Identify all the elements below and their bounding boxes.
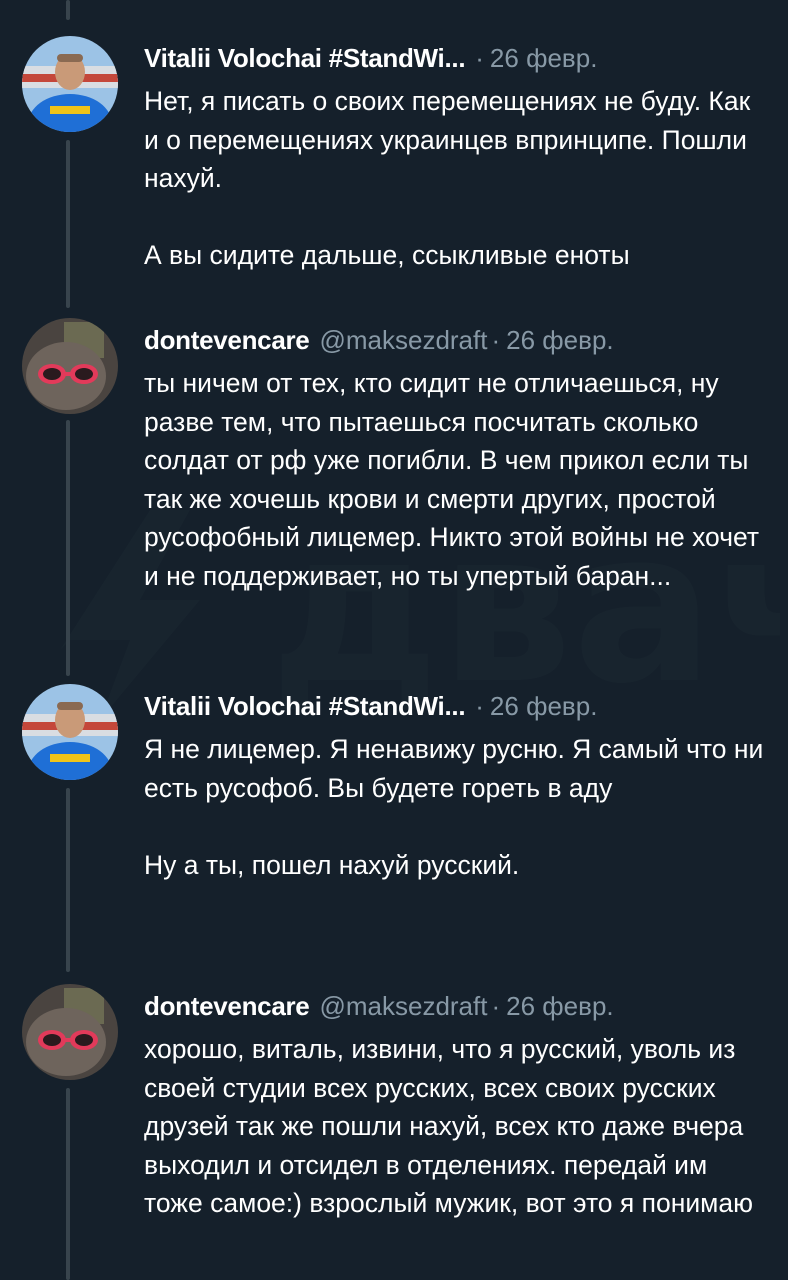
author-handle[interactable]: @maksezdraft xyxy=(319,318,487,362)
separator-dot: · xyxy=(475,691,484,721)
tweet-header: dontevencare @maksezdraft · 26 февр. xyxy=(144,984,614,1028)
tweet-paragraph: хорошо, виталь, извини, что я русский, у… xyxy=(144,1034,753,1218)
author-name[interactable]: dontevencare xyxy=(144,318,310,362)
tweet-paragraph: Нет, я писать о своих перемещениях не бу… xyxy=(144,86,751,193)
avatar-person-icon[interactable] xyxy=(22,36,118,132)
tweet-text: Нет, я писать о своих перемещениях не бу… xyxy=(144,82,764,275)
tweet-date[interactable]: 26 февр. xyxy=(490,684,598,728)
tweet[interactable]: Vitalii Volochai #StandWi... · 26 февр. … xyxy=(0,36,788,306)
tweet-date[interactable]: 26 февр. xyxy=(506,318,614,362)
tweet-paragraph: Я не лицемер. Я ненавижу русню. Я самый … xyxy=(144,734,764,803)
separator-dot: · xyxy=(491,325,501,355)
tweet-header: dontevencare @maksezdraft · 26 февр. xyxy=(144,318,614,362)
tweet-paragraph: Ну а ты, пошел нахуй русский. xyxy=(144,849,520,880)
separator-dot: · xyxy=(491,991,501,1021)
tweet-text: ты ничем от тех, кто сидит не отличаешьс… xyxy=(144,364,764,595)
avatar-person-icon[interactable] xyxy=(22,684,118,780)
tweet[interactable]: dontevencare @maksezdraft · 26 февр. ты … xyxy=(0,318,788,668)
avatar-cat-sunglasses-icon[interactable] xyxy=(22,984,118,1080)
thread-line xyxy=(66,0,70,20)
tweet-header: Vitalii Volochai #StandWi... · 26 февр. xyxy=(144,684,597,728)
tweet[interactable]: Vitalii Volochai #StandWi... · 26 февр. … xyxy=(0,684,788,934)
author-name[interactable]: dontevencare xyxy=(144,984,310,1028)
tweet-date[interactable]: 26 февр. xyxy=(490,36,598,80)
tweet-text: хорошо, виталь, извини, что я русский, у… xyxy=(144,1030,764,1223)
tweet-date[interactable]: 26 февр. xyxy=(506,984,614,1028)
tweet-paragraph: ты ничем от тех, кто сидит не отличаешьс… xyxy=(144,368,760,591)
tweet-text: Я не лицемер. Я ненавижу русню. Я самый … xyxy=(144,730,764,884)
tweet-paragraph: А вы сидите дальше, ссыкливые еноты xyxy=(144,240,630,270)
author-name[interactable]: Vitalii Volochai #StandWi... xyxy=(144,36,466,80)
tweet[interactable]: dontevencare @maksezdraft · 26 февр. хор… xyxy=(0,984,788,1280)
author-handle[interactable]: @maksezdraft xyxy=(319,984,487,1028)
author-name[interactable]: Vitalii Volochai #StandWi... xyxy=(144,684,466,728)
tweet-header: Vitalii Volochai #StandWi... · 26 февр. xyxy=(144,36,597,80)
avatar-cat-sunglasses-icon[interactable] xyxy=(22,318,118,414)
separator-dot: · xyxy=(475,43,484,73)
